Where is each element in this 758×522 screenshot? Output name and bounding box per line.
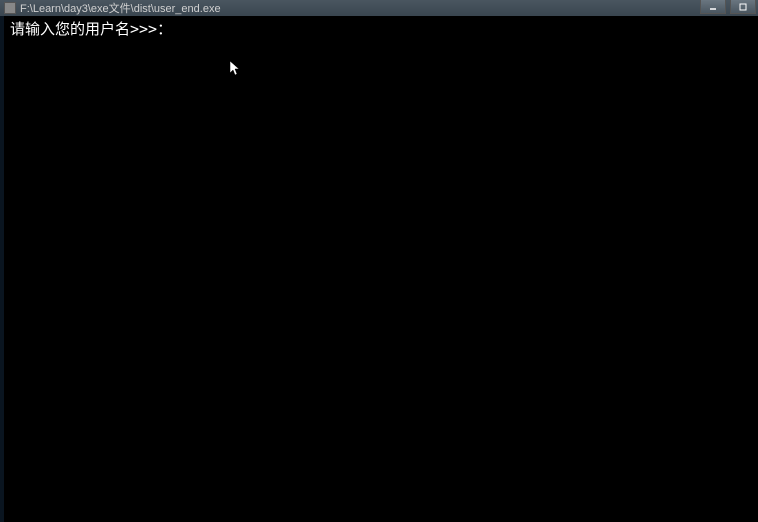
window-title: F:\Learn\day3\exe文件\dist\user_end.exe [20,0,754,16]
minimize-button[interactable] [700,0,726,14]
prompt-text: 请输入您的用户名>>>： [10,20,172,38]
console-area[interactable]: 请输入您的用户名>>>： [0,16,758,522]
app-icon [4,2,16,14]
titlebar: F:\Learn\day3\exe文件\dist\user_end.exe [0,0,758,16]
window-controls [700,0,756,14]
mouse-cursor-icon [229,60,241,78]
maximize-button[interactable] [730,0,756,14]
